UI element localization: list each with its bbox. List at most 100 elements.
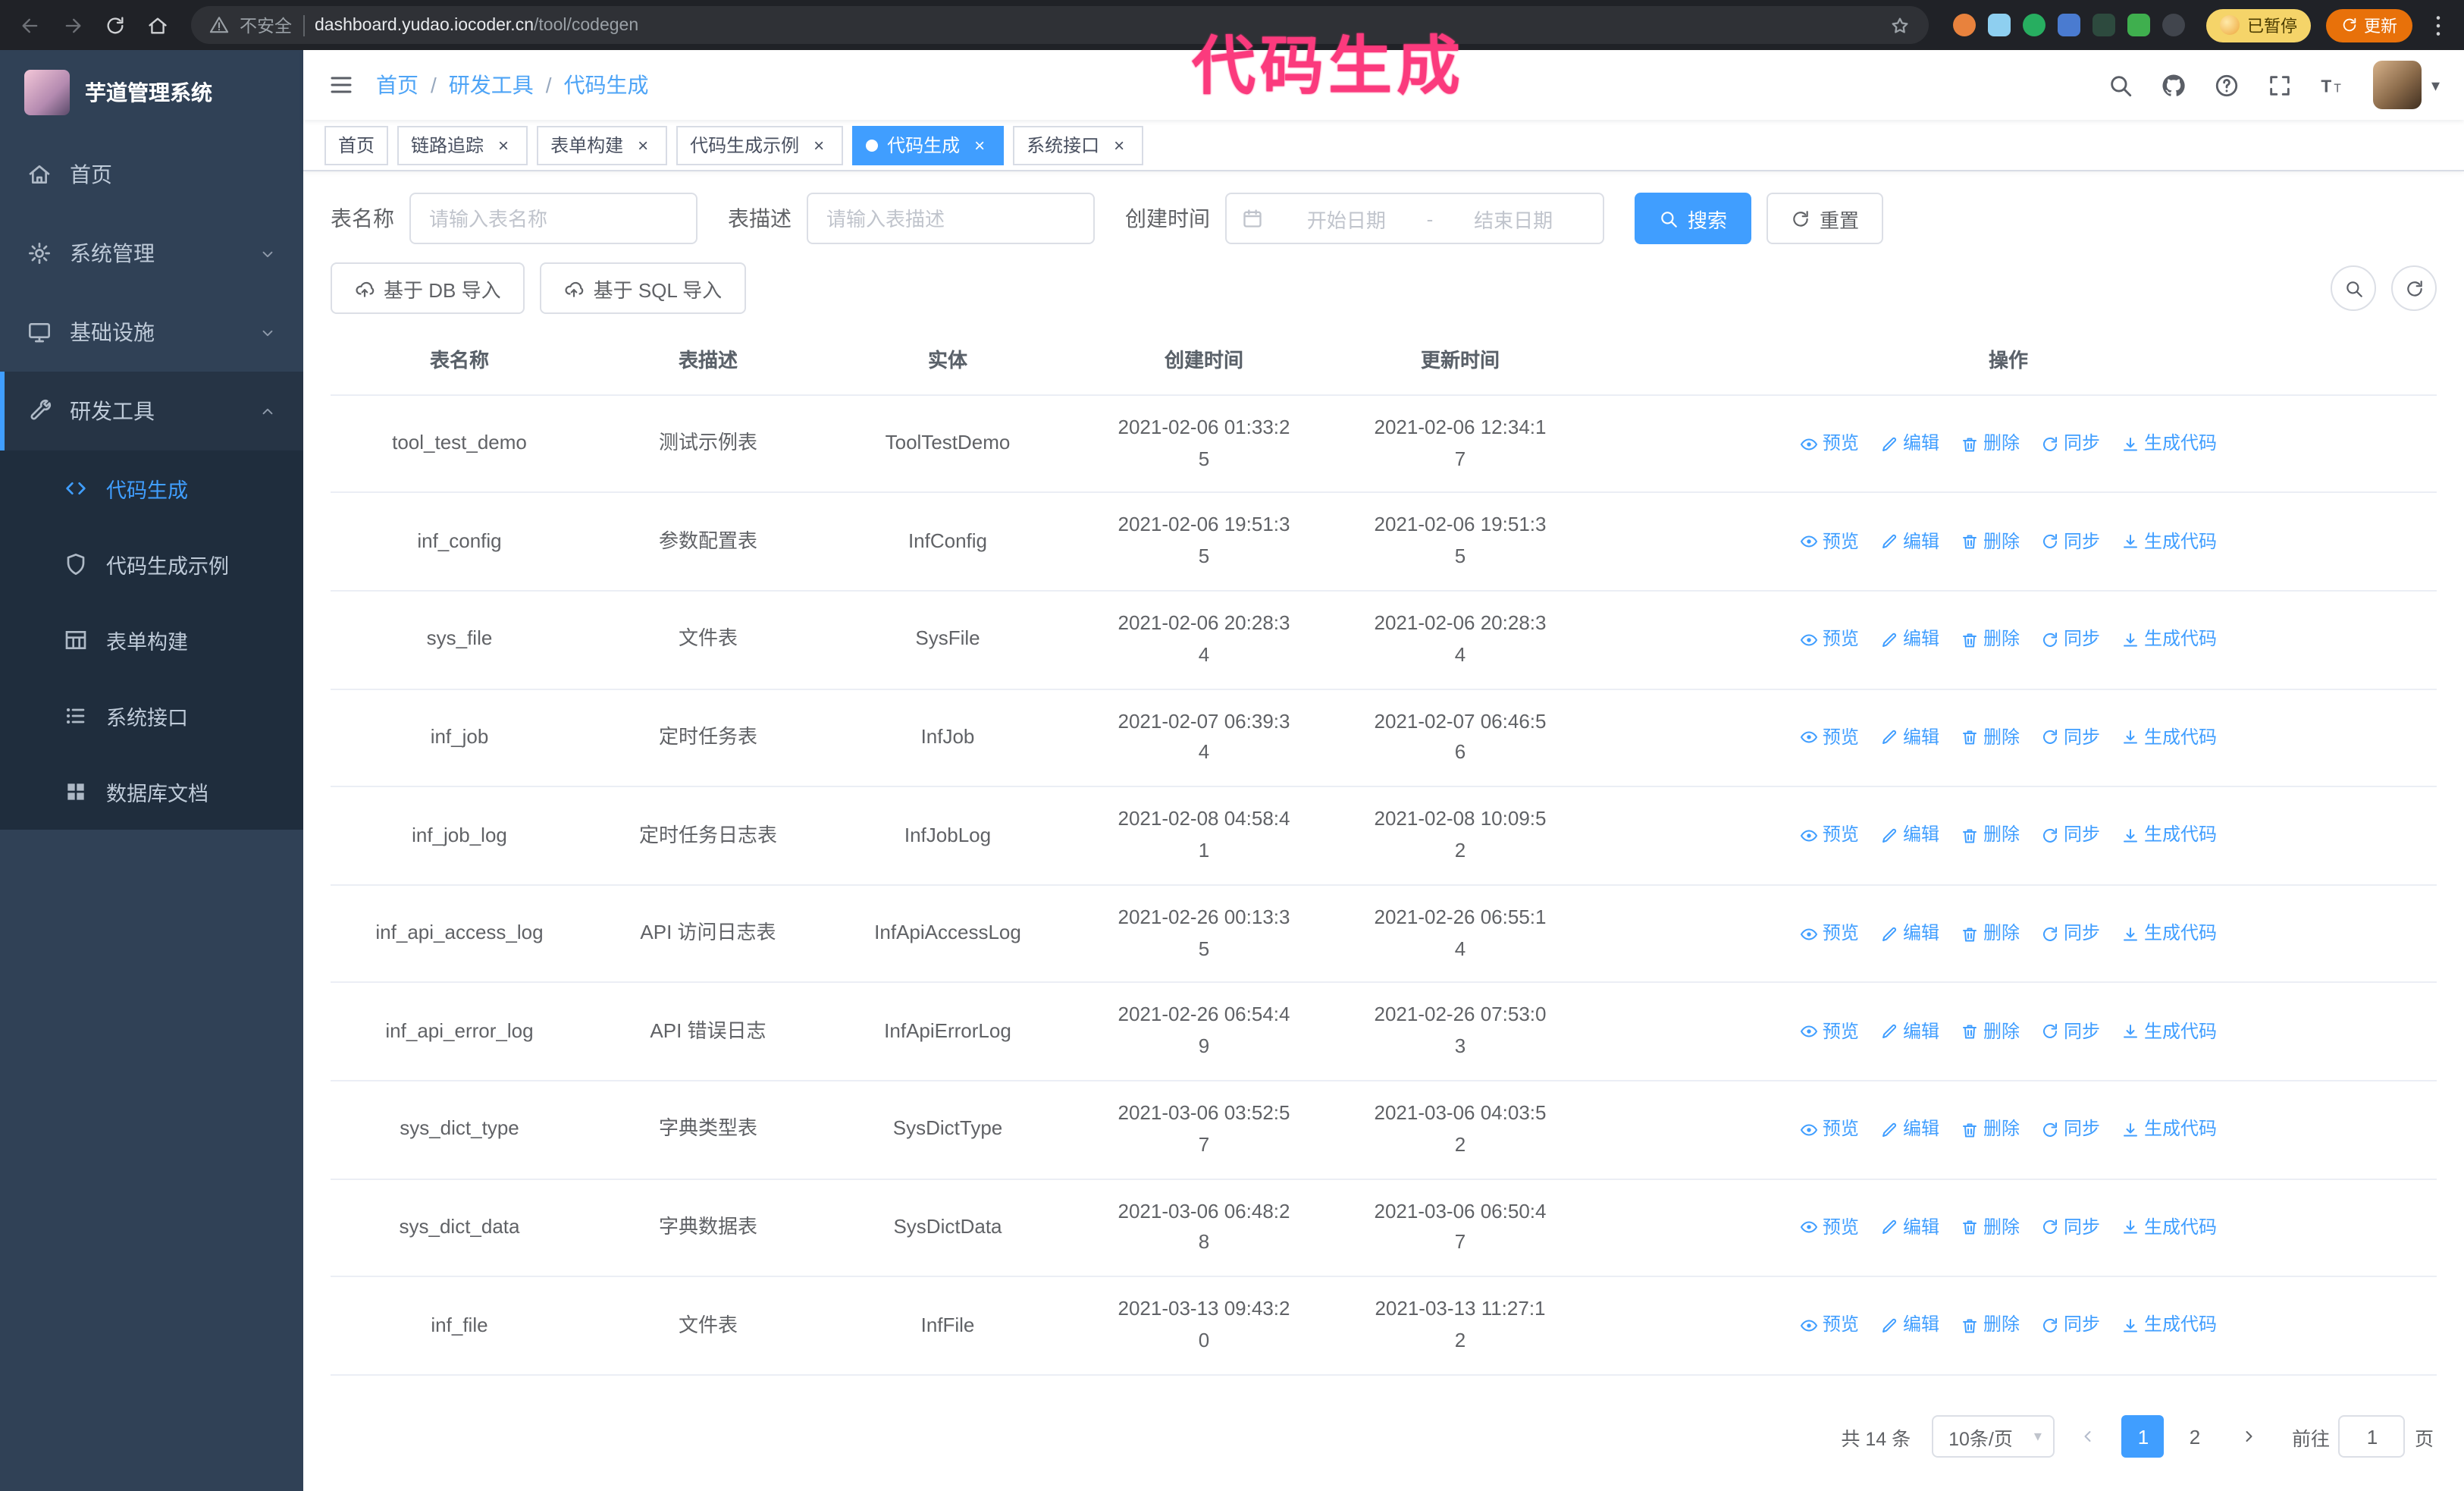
reload-button[interactable] bbox=[97, 7, 133, 43]
action-delete[interactable]: 删除 bbox=[1961, 429, 2020, 458]
action-preview[interactable]: 预览 bbox=[1800, 1213, 1859, 1242]
page-button-2[interactable]: 2 bbox=[2174, 1415, 2216, 1458]
action-sync[interactable]: 同步 bbox=[2041, 625, 2100, 654]
refresh-table-button[interactable] bbox=[2391, 265, 2437, 311]
sidebar-item-system-api[interactable]: 系统接口 bbox=[0, 678, 303, 754]
action-delete[interactable]: 删除 bbox=[1961, 821, 2020, 850]
sidebar-item-db-doc[interactable]: 数据库文档 bbox=[0, 754, 303, 830]
action-generate[interactable]: 生成代码 bbox=[2121, 1115, 2217, 1144]
action-delete[interactable]: 删除 bbox=[1961, 1017, 2020, 1046]
action-generate[interactable]: 生成代码 bbox=[2121, 821, 2217, 850]
import-db-button[interactable]: 基于 DB 导入 bbox=[331, 262, 525, 314]
tab-codegen[interactable]: 代码生成 × bbox=[852, 125, 1005, 165]
hamburger-icon[interactable] bbox=[328, 71, 355, 99]
breadcrumb-item[interactable]: 研发工具 bbox=[449, 70, 534, 100]
action-sync[interactable]: 同步 bbox=[2041, 1115, 2100, 1144]
sidebar-item-home[interactable]: 首页 bbox=[0, 135, 303, 214]
action-edit[interactable]: 编辑 bbox=[1880, 1311, 1939, 1340]
extension-pin-icon[interactable] bbox=[2162, 14, 2185, 36]
show-search-button[interactable] bbox=[2331, 265, 2376, 311]
extension-check-icon[interactable] bbox=[2023, 14, 2045, 36]
sidebar-item-system[interactable]: 系统管理 bbox=[0, 214, 303, 293]
action-generate[interactable]: 生成代码 bbox=[2121, 1311, 2217, 1340]
reset-button[interactable]: 重置 bbox=[1766, 193, 1884, 244]
address-bar[interactable]: 不安全 dashboard.yudao.iocoder.cn/tool/code… bbox=[191, 6, 1929, 44]
action-edit[interactable]: 编辑 bbox=[1880, 1213, 1939, 1242]
browser-home-button[interactable] bbox=[140, 7, 176, 43]
action-sync[interactable]: 同步 bbox=[2041, 919, 2100, 948]
sidebar-item-form-builder[interactable]: 表单构建 bbox=[0, 602, 303, 678]
breadcrumb-item[interactable]: 首页 bbox=[376, 70, 419, 100]
action-generate[interactable]: 生成代码 bbox=[2121, 625, 2217, 654]
user-avatar[interactable]: ▾ bbox=[2373, 61, 2440, 109]
action-sync[interactable]: 同步 bbox=[2041, 527, 2100, 556]
action-delete[interactable]: 删除 bbox=[1961, 1213, 2020, 1242]
fullscreen-icon[interactable] bbox=[2268, 72, 2293, 98]
sidebar-item-codegen-demo[interactable]: 代码生成示例 bbox=[0, 526, 303, 602]
update-button[interactable]: 更新 bbox=[2326, 8, 2412, 42]
action-generate[interactable]: 生成代码 bbox=[2121, 1213, 2217, 1242]
action-delete[interactable]: 删除 bbox=[1961, 919, 2020, 948]
action-edit[interactable]: 编辑 bbox=[1880, 1017, 1939, 1046]
action-sync[interactable]: 同步 bbox=[2041, 429, 2100, 458]
action-delete[interactable]: 删除 bbox=[1961, 527, 2020, 556]
breadcrumb-item[interactable]: 代码生成 bbox=[564, 70, 649, 100]
extension-users-icon[interactable] bbox=[2058, 14, 2080, 36]
action-preview[interactable]: 预览 bbox=[1800, 919, 1859, 948]
paused-badge[interactable]: 已暂停 bbox=[2206, 8, 2311, 42]
date-range-picker[interactable]: 开始日期 - 结束日期 bbox=[1225, 193, 1604, 244]
close-icon[interactable]: × bbox=[969, 134, 990, 155]
action-delete[interactable]: 删除 bbox=[1961, 625, 2020, 654]
github-icon[interactable] bbox=[2161, 72, 2187, 98]
extension-drop-icon[interactable] bbox=[1988, 14, 2011, 36]
action-generate[interactable]: 生成代码 bbox=[2121, 919, 2217, 948]
sidebar-item-devtools[interactable]: 研发工具 bbox=[0, 372, 303, 450]
back-button[interactable] bbox=[12, 7, 49, 43]
close-icon[interactable]: × bbox=[1108, 134, 1130, 155]
tab-form-builder[interactable]: 表单构建 × bbox=[537, 125, 668, 165]
tab-tracer[interactable]: 链路追踪 × bbox=[397, 125, 528, 165]
action-edit[interactable]: 编辑 bbox=[1880, 625, 1939, 654]
tab-system-api[interactable]: 系统接口 × bbox=[1013, 125, 1144, 165]
browser-menu-icon[interactable] bbox=[2425, 11, 2452, 39]
tab-codegen-demo[interactable]: 代码生成示例 × bbox=[676, 125, 844, 165]
extension-chart-icon[interactable] bbox=[2093, 14, 2115, 36]
action-sync[interactable]: 同步 bbox=[2041, 724, 2100, 752]
page-size-select[interactable]: 10条/页 ▾ bbox=[1932, 1415, 2055, 1458]
action-preview[interactable]: 预览 bbox=[1800, 1311, 1859, 1340]
import-sql-button[interactable]: 基于 SQL 导入 bbox=[540, 262, 747, 314]
action-preview[interactable]: 预览 bbox=[1800, 1017, 1859, 1046]
sidebar-item-codegen[interactable]: 代码生成 bbox=[0, 450, 303, 526]
action-sync[interactable]: 同步 bbox=[2041, 1213, 2100, 1242]
action-edit[interactable]: 编辑 bbox=[1880, 724, 1939, 752]
action-preview[interactable]: 预览 bbox=[1800, 1115, 1859, 1144]
close-icon[interactable]: × bbox=[808, 134, 829, 155]
search-button[interactable]: 搜索 bbox=[1635, 193, 1752, 244]
action-edit[interactable]: 编辑 bbox=[1880, 1115, 1939, 1144]
action-preview[interactable]: 预览 bbox=[1800, 527, 1859, 556]
extension-leaf-icon[interactable] bbox=[2127, 14, 2150, 36]
tab-home[interactable]: 首页 bbox=[324, 125, 389, 165]
extension-fox-icon[interactable] bbox=[1953, 14, 1976, 36]
action-preview[interactable]: 预览 bbox=[1800, 821, 1859, 850]
sidebar-item-infra[interactable]: 基础设施 bbox=[0, 293, 303, 372]
action-edit[interactable]: 编辑 bbox=[1880, 919, 1939, 948]
close-icon[interactable]: × bbox=[493, 134, 514, 155]
action-generate[interactable]: 生成代码 bbox=[2121, 527, 2217, 556]
action-sync[interactable]: 同步 bbox=[2041, 1017, 2100, 1046]
prev-page-button[interactable] bbox=[2067, 1415, 2110, 1458]
bookmark-star-icon[interactable] bbox=[1889, 14, 1911, 36]
font-size-icon[interactable]: TT bbox=[2321, 72, 2346, 98]
close-icon[interactable]: × bbox=[632, 134, 654, 155]
page-button-1[interactable]: 1 bbox=[2121, 1415, 2165, 1458]
action-sync[interactable]: 同步 bbox=[2041, 821, 2100, 850]
forward-button[interactable] bbox=[55, 7, 91, 43]
action-delete[interactable]: 删除 bbox=[1961, 724, 2020, 752]
search-icon[interactable] bbox=[2108, 72, 2134, 98]
goto-page-input[interactable] bbox=[2338, 1415, 2406, 1458]
action-generate[interactable]: 生成代码 bbox=[2121, 724, 2217, 752]
next-page-button[interactable] bbox=[2228, 1415, 2271, 1458]
action-edit[interactable]: 编辑 bbox=[1880, 821, 1939, 850]
action-delete[interactable]: 删除 bbox=[1961, 1115, 2020, 1144]
action-sync[interactable]: 同步 bbox=[2041, 1311, 2100, 1340]
